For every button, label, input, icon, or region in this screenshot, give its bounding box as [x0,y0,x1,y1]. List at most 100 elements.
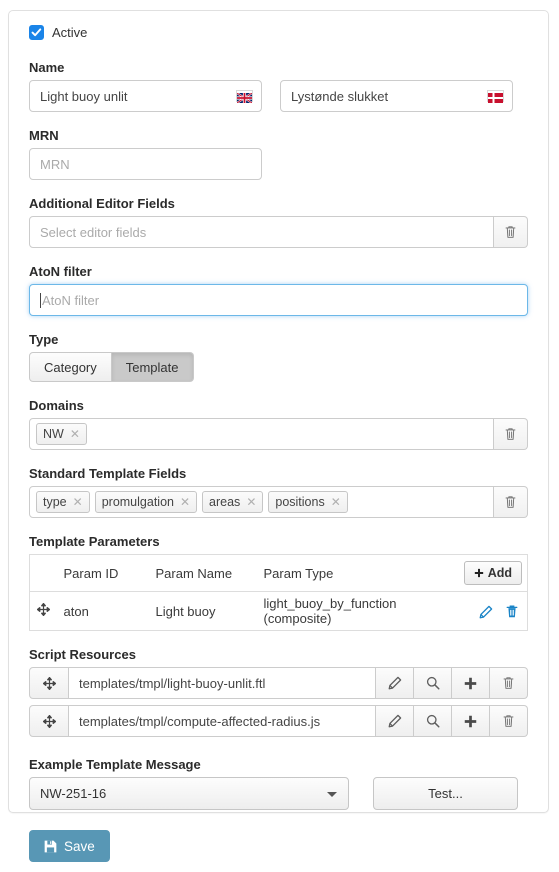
remove-tag-icon[interactable]: ✕ [70,428,80,440]
stf-tag[interactable]: type ✕ [36,491,90,513]
script-resource-row: templates/tmpl/light-buoy-unlit.ftl [29,667,528,699]
remove-tag-icon[interactable]: ✕ [331,496,341,508]
save-label: Save [64,838,95,854]
remove-tag-icon[interactable]: ✕ [180,496,190,508]
active-checkbox[interactable] [29,25,44,40]
test-button[interactable]: Test... [373,777,518,810]
script-resource-drag-handle[interactable] [29,667,69,699]
cell-param-type: light_buoy_by_function (composite) [263,596,397,626]
name-en-value: Light buoy unlit [40,88,128,104]
move-handle-icon [37,602,51,617]
cell-param-name: Light buoy [155,603,216,619]
plus-icon [474,568,483,578]
standard-template-fields-label: Standard Template Fields [29,466,187,481]
script-resource-path-input[interactable]: templates/tmpl/compute-affected-radius.j… [69,705,376,737]
th-add: Add [457,554,528,592]
text-caret [40,292,41,308]
script-resource-row: templates/tmpl/compute-affected-radius.j… [29,705,528,737]
aton-filter-input[interactable]: AtoN filter [29,284,528,316]
name-group: Name Light buoy unlit Lystønde slukket [29,60,528,112]
flag-dk-icon [487,90,504,103]
chevron-down-icon [327,791,337,797]
mrn-group: MRN MRN [29,128,528,180]
search-icon [426,676,440,690]
standard-template-fields-group: Standard Template Fields type ✕ promulga… [29,466,528,518]
example-template-message-label: Example Template Message [29,757,201,772]
script-resource-path-input[interactable]: templates/tmpl/light-buoy-unlit.ftl [69,667,376,699]
template-parameters-label: Template Parameters [29,534,160,549]
row-drag-handle[interactable] [30,592,58,631]
stf-tag[interactable]: areas ✕ [202,491,264,513]
domains-delete-button[interactable] [494,418,528,450]
name-da-input[interactable]: Lystønde slukket [280,80,513,112]
domains-group: Domains NW ✕ [29,398,528,450]
active-label: Active [52,25,88,40]
stf-tag-label: positions [275,495,325,509]
domains-tag-label: NW [43,427,64,441]
stf-tag-label: promulgation [101,495,174,509]
script-resource-search-button[interactable] [414,667,452,699]
additional-editor-fields-label: Additional Editor Fields [29,196,175,211]
name-en-input[interactable]: Light buoy unlit [29,80,262,112]
additional-editor-fields-group: Additional Editor Fields Select editor f… [29,196,528,248]
stf-tag[interactable]: positions ✕ [268,491,348,513]
script-resource-delete-button[interactable] [490,705,528,737]
mrn-input[interactable]: MRN [29,148,262,180]
type-group: Type Category Template [29,332,528,382]
additional-editor-fields-input[interactable]: Select editor fields [29,216,494,248]
domains-label: Domains [29,398,84,413]
stf-tag-label: areas [209,495,241,509]
script-resource-delete-button[interactable] [490,667,528,699]
search-icon [426,714,440,728]
type-option-category[interactable]: Category [29,352,112,382]
script-resources-label: Script Resources [29,647,136,662]
name-da-value: Lystønde slukket [291,88,389,104]
name-da-col: Lystønde slukket [280,80,513,112]
standard-template-fields-tagfield[interactable]: type ✕ promulgation ✕ areas ✕ positions … [29,486,494,518]
stf-tag[interactable]: promulgation ✕ [94,491,198,513]
floppy-disk-icon [44,840,57,852]
script-resource-edit-button[interactable] [376,667,414,699]
domains-tag[interactable]: NW ✕ [36,423,87,445]
th-param-type: Param Type [257,554,458,592]
type-option-template[interactable]: Template [111,352,194,382]
save-button[interactable]: Save [29,830,110,862]
mrn-label: MRN [29,128,59,143]
example-template-message-value: NW-251-16 [40,786,107,801]
example-template-message-group: Example Template Message NW-251-16 Test.… [29,757,528,810]
script-resource-add-button[interactable] [452,667,490,699]
cell-param-id: aton [63,603,89,619]
standard-template-fields-delete-button[interactable] [494,486,528,518]
add-param-label: Add [487,566,512,580]
aton-filter-label: AtoN filter [29,264,92,279]
move-handle-icon [42,714,56,728]
plus-icon [464,715,477,727]
domains-tagfield[interactable]: NW ✕ [29,418,494,450]
script-resource-drag-handle[interactable] [29,705,69,737]
th-param-id: Param ID [57,554,150,592]
remove-tag-icon[interactable]: ✕ [246,496,256,508]
stf-tag-label: type [43,495,67,509]
script-resource-search-button[interactable] [414,705,452,737]
script-resource-add-button[interactable] [452,705,490,737]
active-checkbox-row[interactable]: Active [29,25,528,40]
template-parameters-group: Template Parameters Param ID Param Name … [29,534,528,631]
th-param-name: Param Name [149,554,258,592]
template-editor-panel: Active Name Light buoy unlit Lystønde sl… [8,10,549,862]
pencil-icon[interactable] [479,605,493,619]
template-parameters-table: Param ID Param Name Param Type Add aton … [29,554,528,631]
trash-icon[interactable] [505,604,519,619]
name-label: Name [29,60,65,75]
cell-row-actions [458,592,528,631]
additional-editor-fields-delete-button[interactable] [494,216,528,248]
remove-tag-icon[interactable]: ✕ [73,496,83,508]
th-handle [29,554,58,592]
example-template-message-select[interactable]: NW-251-16 [29,777,349,810]
table-row[interactable]: aton Light buoy light_buoy_by_function (… [30,592,528,631]
script-resource-edit-button[interactable] [376,705,414,737]
add-param-button[interactable]: Add [463,561,522,585]
trash-icon [503,677,514,689]
pencil-icon [388,714,401,728]
pencil-icon [388,676,401,690]
plus-icon [464,677,477,689]
